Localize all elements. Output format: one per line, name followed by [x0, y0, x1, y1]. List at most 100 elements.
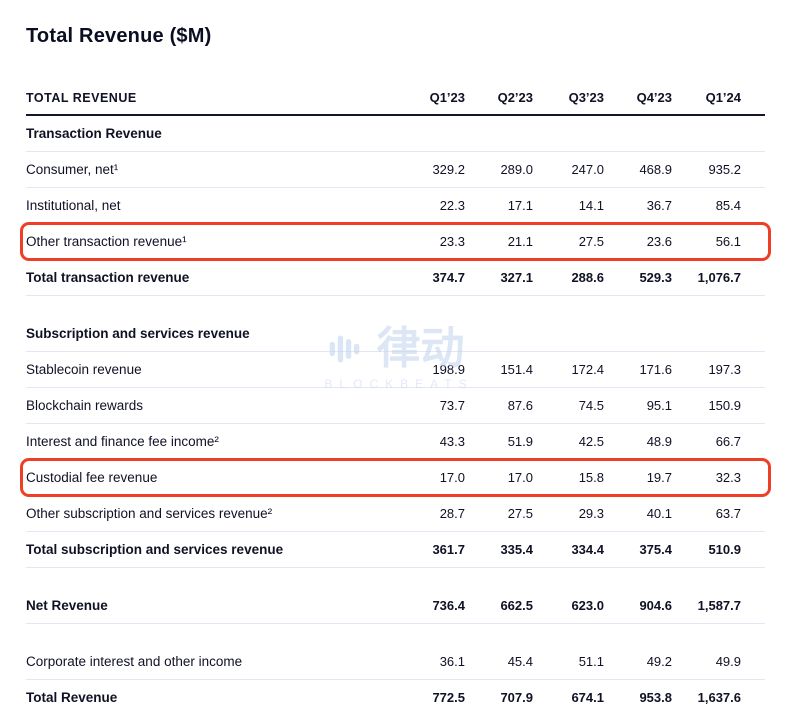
- row-label: Institutional, net: [26, 198, 397, 213]
- cell-value: 17.0: [465, 470, 533, 485]
- table-row-highlighted: Custodial fee revenue17.017.015.819.732.…: [26, 460, 765, 496]
- cell-value: 361.7: [397, 542, 465, 557]
- row-label: Consumer, net¹: [26, 162, 397, 177]
- cell-value: 29.3: [533, 506, 604, 521]
- cell-value: 17.0: [397, 470, 465, 485]
- cell-value: 19.7: [604, 470, 672, 485]
- cell-value: 623.0: [533, 598, 604, 613]
- table-row: Net Revenue736.4662.5623.0904.61,587.7: [26, 588, 765, 624]
- cell-value: 63.7: [672, 506, 741, 521]
- table-header-label: TOTAL REVENUE: [26, 91, 397, 105]
- cell-value: 335.4: [465, 542, 533, 557]
- cell-value: 87.6: [465, 398, 533, 413]
- row-label: Blockchain rewards: [26, 398, 397, 413]
- cell-value: 1,076.7: [672, 270, 741, 285]
- row-label: Stablecoin revenue: [26, 362, 397, 377]
- cell-value: 772.5: [397, 690, 465, 705]
- cell-value: 36.7: [604, 198, 672, 213]
- cell-value: 32.3: [672, 470, 741, 485]
- table-row: Consumer, net¹329.2289.0247.0468.9935.2: [26, 152, 765, 188]
- table-header-row: TOTAL REVENUE Q1’23 Q2’23 Q3’23 Q4’23 Q1…: [26, 81, 765, 116]
- cell-value: 49.9: [672, 654, 741, 669]
- cell-value: 197.3: [672, 362, 741, 377]
- cell-value: 48.9: [604, 434, 672, 449]
- cell-value: 1,637.6: [672, 690, 741, 705]
- cell-value: 27.5: [533, 234, 604, 249]
- row-label: Total transaction revenue: [26, 270, 397, 285]
- column-header-q1-23: Q1’23: [397, 90, 465, 105]
- table-row: Subscription and services revenue: [26, 316, 765, 352]
- cell-value: 85.4: [672, 198, 741, 213]
- row-spacer: [26, 296, 765, 316]
- cell-value: 28.7: [397, 506, 465, 521]
- cell-value: 73.7: [397, 398, 465, 413]
- cell-value: 736.4: [397, 598, 465, 613]
- cell-value: 51.1: [533, 654, 604, 669]
- cell-value: 43.3: [397, 434, 465, 449]
- row-label: Corporate interest and other income: [26, 654, 397, 669]
- content-area: Total Revenue ($M) TOTAL REVENUE Q1’23 Q…: [26, 0, 765, 714]
- cell-value: 171.6: [604, 362, 672, 377]
- cell-value: 529.3: [604, 270, 672, 285]
- cell-value: 23.3: [397, 234, 465, 249]
- row-label: Other subscription and services revenue²: [26, 506, 397, 521]
- revenue-table: TOTAL REVENUE Q1’23 Q2’23 Q3’23 Q4’23 Q1…: [26, 81, 765, 714]
- cell-value: 1,587.7: [672, 598, 741, 613]
- cell-value: 23.6: [604, 234, 672, 249]
- cell-value: 510.9: [672, 542, 741, 557]
- table-row: Transaction Revenue: [26, 116, 765, 152]
- column-header-q4-23: Q4’23: [604, 90, 672, 105]
- cell-value: 289.0: [465, 162, 533, 177]
- column-header-q3-23: Q3’23: [533, 90, 604, 105]
- cell-value: 21.1: [465, 234, 533, 249]
- row-label: Transaction Revenue: [26, 126, 397, 141]
- row-label: Total Revenue: [26, 690, 397, 705]
- table-row: Total transaction revenue374.7327.1288.6…: [26, 260, 765, 296]
- cell-value: 247.0: [533, 162, 604, 177]
- table-body: Transaction RevenueConsumer, net¹329.228…: [26, 116, 765, 714]
- cell-value: 56.1: [672, 234, 741, 249]
- cell-value: 45.4: [465, 654, 533, 669]
- table-row: Institutional, net22.317.114.136.785.4: [26, 188, 765, 224]
- table-row: Stablecoin revenue198.9151.4172.4171.619…: [26, 352, 765, 388]
- cell-value: 66.7: [672, 434, 741, 449]
- cell-value: 172.4: [533, 362, 604, 377]
- cell-value: 17.1: [465, 198, 533, 213]
- cell-value: 14.1: [533, 198, 604, 213]
- row-label: Total subscription and services revenue: [26, 542, 397, 557]
- cell-value: 674.1: [533, 690, 604, 705]
- row-label: Subscription and services revenue: [26, 326, 397, 341]
- cell-value: 327.1: [465, 270, 533, 285]
- cell-value: 22.3: [397, 198, 465, 213]
- row-label: Custodial fee revenue: [26, 470, 397, 485]
- table-row-highlighted: Other transaction revenue¹23.321.127.523…: [26, 224, 765, 260]
- cell-value: 27.5: [465, 506, 533, 521]
- cell-value: 49.2: [604, 654, 672, 669]
- column-header-q1-24: Q1’24: [672, 90, 741, 105]
- cell-value: 374.7: [397, 270, 465, 285]
- cell-value: 662.5: [465, 598, 533, 613]
- cell-value: 904.6: [604, 598, 672, 613]
- table-row: Other subscription and services revenue²…: [26, 496, 765, 532]
- row-spacer: [26, 624, 765, 644]
- cell-value: 288.6: [533, 270, 604, 285]
- column-header-q2-23: Q2’23: [465, 90, 533, 105]
- cell-value: 151.4: [465, 362, 533, 377]
- table-row: Blockchain rewards73.787.674.595.1150.9: [26, 388, 765, 424]
- cell-value: 707.9: [465, 690, 533, 705]
- cell-value: 95.1: [604, 398, 672, 413]
- table-row: Corporate interest and other income36.14…: [26, 644, 765, 680]
- report-page: Total Revenue ($M) TOTAL REVENUE Q1’23 Q…: [0, 0, 791, 714]
- table-row: Interest and finance fee income²43.351.9…: [26, 424, 765, 460]
- cell-value: 150.9: [672, 398, 741, 413]
- cell-value: 42.5: [533, 434, 604, 449]
- page-title: Total Revenue ($M): [26, 25, 765, 48]
- cell-value: 329.2: [397, 162, 465, 177]
- cell-value: 74.5: [533, 398, 604, 413]
- cell-value: 51.9: [465, 434, 533, 449]
- cell-value: 36.1: [397, 654, 465, 669]
- cell-value: 375.4: [604, 542, 672, 557]
- cell-value: 953.8: [604, 690, 672, 705]
- row-label: Net Revenue: [26, 598, 397, 613]
- cell-value: 334.4: [533, 542, 604, 557]
